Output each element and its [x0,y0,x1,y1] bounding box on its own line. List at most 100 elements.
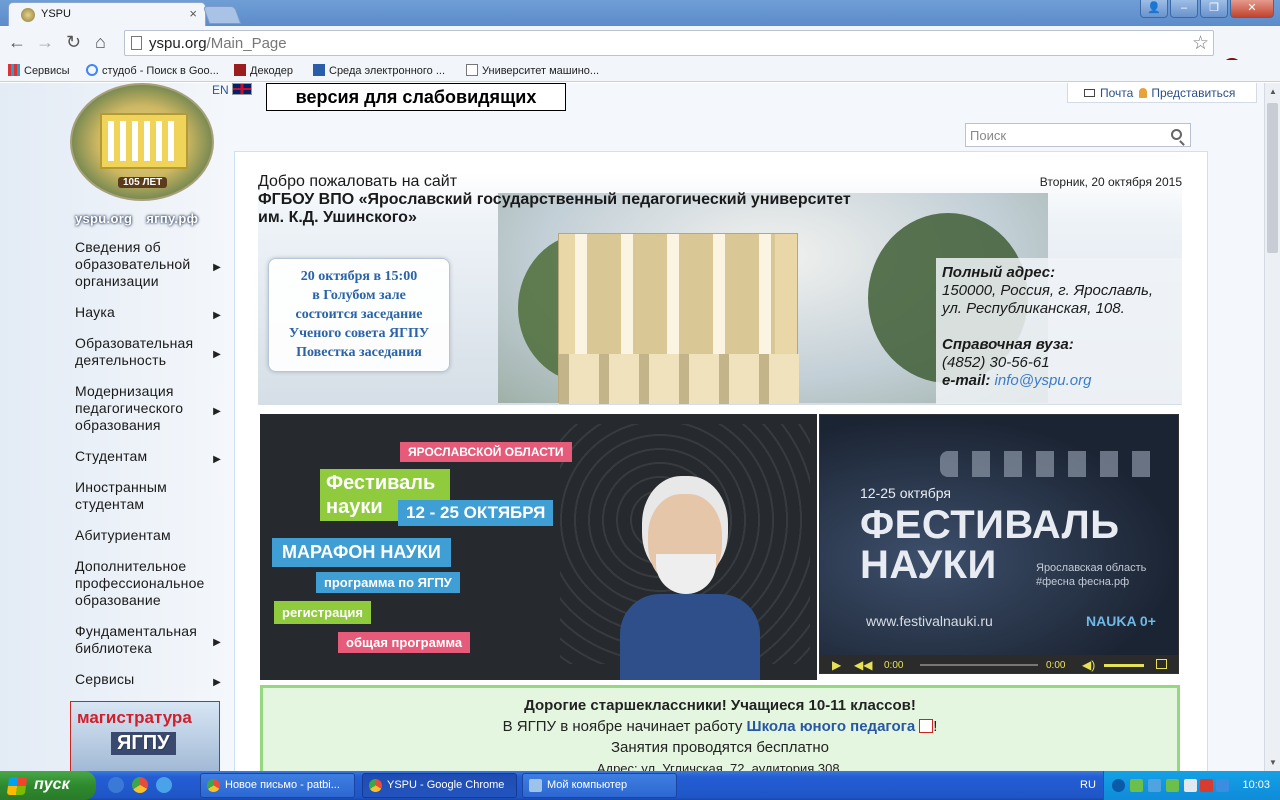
phone-label: Справочная вуза: [942,336,1074,353]
tray-volume-icon[interactable] [1216,779,1229,792]
announce-line: Занятия проводятся бесплатно [611,739,829,756]
chrome-icon [207,779,220,792]
page-viewport: 105 ЛЕТ yspu.org ягпу.рф EN версия для сл… [0,83,1264,771]
menu-item-applicants[interactable]: Абитуриентам [75,527,225,544]
arrow-right-icon: ▶ [213,405,221,417]
science-festival-banner[interactable]: ЯРОСЛАВСКОЙ ОБЛАСТИ Фестиваль науки 12 -… [260,414,817,680]
pdf-icon[interactable] [919,719,934,733]
seek-bar[interactable] [920,664,1038,666]
menu-item-foreign-students[interactable]: Иностранным студентам [75,479,225,513]
decoder-icon [234,64,246,76]
menu-item-library[interactable]: Фундаментальная библиотека ▶ [75,623,225,657]
bookmark-google-search[interactable]: студоб - Поиск в Goo... [86,64,219,77]
bookmark-decoder[interactable]: Декодер [234,64,293,77]
new-tab-button[interactable] [202,6,242,24]
bookmark-star-icon[interactable]: ☆ [1192,32,1209,55]
input-language[interactable]: RU [1080,779,1096,791]
agenda-link[interactable]: Повестка заседания [269,343,449,362]
tray-antivirus-icon[interactable] [1200,779,1213,792]
email-link[interactable]: info@yspu.org [995,372,1092,389]
bookmark-environment[interactable]: Среда электронного ... [313,64,445,77]
taskbar-chrome-window[interactable]: YSPU - Google Chrome [362,773,517,798]
low-vision-button[interactable]: версия для слабовидящих [266,83,566,111]
tray-app-icon[interactable] [1166,779,1179,792]
back-arrow-icon[interactable]: ← [8,32,26,53]
forward-arrow-icon[interactable]: → [36,32,54,53]
phone-number: (4852) 30-56-61 [942,354,1050,371]
bookmark-apps[interactable]: Сервисы [8,64,70,77]
announce-title: Дорогие старшеклассники! Учащиеся 10-11 … [524,697,916,714]
browser-toolbar: ← → ↻ ⌂ yspu.org/Main_Page ☆ ≡ [0,26,1280,79]
site-search-input[interactable]: Поиск [965,123,1191,147]
home-icon[interactable]: ⌂ [95,32,106,53]
menu-item-science[interactable]: Наука ▶ [75,304,225,321]
email-label: e-mail: [942,372,991,389]
notice-line: Ученого совета ЯГПУ [288,326,430,341]
arrow-right-icon: ▶ [213,309,221,321]
taskbar-my-computer[interactable]: Мой компьютер [522,773,677,798]
play-icon[interactable]: ▶ [832,658,841,672]
mail-link[interactable]: Почта [1100,86,1133,100]
fest-registration-link[interactable]: регистрация [274,601,371,624]
council-notice[interactable]: 20 октября в 15:00 в Голубом зале состои… [268,258,450,372]
address-bar[interactable]: yspu.org/Main_Page ☆ [124,30,1214,56]
page-scrollbar[interactable]: ▲ ▼ [1264,83,1280,771]
media-icon[interactable] [108,777,124,793]
fullscreen-icon[interactable] [1156,659,1167,669]
time-current: 0:00 [884,660,904,671]
tray-app-icon[interactable] [1130,779,1143,792]
login-link[interactable]: Представиться [1151,86,1235,100]
close-window-button[interactable]: ✕ [1230,0,1274,18]
url-text: yspu.org/Main_Page [149,35,287,52]
volume-icon[interactable]: ◀) [1082,658,1095,672]
scientist-illustration [620,484,760,680]
profile-icon[interactable]: 👤 [1140,0,1168,18]
apps-grid-icon [8,64,20,76]
link-yspu-org[interactable]: yspu.org [75,211,132,226]
partner-logos [940,451,1160,477]
bookmark-university[interactable]: Университет машино... [466,64,599,77]
maximize-button[interactable]: ❐ [1200,0,1228,18]
fest-region: ЯРОСЛАВСКОЙ ОБЛАСТИ [400,442,572,462]
tray-app-icon[interactable] [1148,779,1161,792]
minimize-button[interactable]: – [1170,0,1198,18]
tab-yspu[interactable]: YSPU × [8,2,206,26]
menu-item-about[interactable]: Сведения об образовательной организации ▶ [75,239,225,290]
ie-icon[interactable] [156,777,172,793]
tab-title: YSPU [41,8,71,20]
tray-network-icon[interactable] [1184,779,1197,792]
link-yagpu-rf[interactable]: ягпу.рф [146,211,198,226]
scroll-up-icon[interactable]: ▲ [1269,87,1277,96]
windows-taskbar: пуск Новое письмо - patbi... YSPU - Goog… [0,771,1280,800]
menu-item-students[interactable]: Студентам ▶ [75,448,225,465]
language-switch[interactable]: EN [212,83,253,97]
start-button[interactable]: пуск [0,771,96,800]
windows-logo-icon [6,777,28,795]
fest-general-program-link[interactable]: общая программа [338,632,471,653]
tab-close-icon[interactable]: × [189,6,197,21]
fest-program-link[interactable]: программа по ЯГПУ [316,572,460,593]
reload-icon[interactable]: ↻ [66,32,81,53]
school-link[interactable]: Школа юного педагога [747,718,916,735]
magistracy-banner[interactable]: магистратура ЯГПУ [70,701,220,771]
rewind-icon[interactable]: ◀◀ [854,658,872,672]
arrow-right-icon: ▶ [213,453,221,465]
scroll-thumb[interactable] [1267,103,1278,253]
volume-slider[interactable] [1104,664,1144,667]
tray-arrow-icon[interactable] [1112,779,1125,792]
menu-item-modernization[interactable]: Модернизация педагогического образования… [75,383,225,434]
chrome-icon[interactable] [132,777,148,793]
google-icon [86,64,98,76]
scroll-down-icon[interactable]: ▼ [1269,758,1277,767]
taskbar-mail-window[interactable]: Новое письмо - patbi... [200,773,355,798]
system-tray: 10:03 [1103,771,1280,800]
video-screen[interactable]: 12-25 октября ФЕСТИВАЛЬ НАУКИ Ярославская… [820,415,1178,655]
university-logo[interactable]: 105 ЛЕТ [70,83,214,201]
festival-video-player[interactable]: 12-25 октября ФЕСТИВАЛЬ НАУКИ Ярославская… [819,414,1179,674]
menu-item-professional[interactable]: Дополнительное профессиональное образова… [75,558,225,609]
search-icon[interactable] [1171,129,1182,140]
menu-item-services[interactable]: Сервисы ▶ [75,671,225,688]
contact-info: Полный адрес: 150000, Россия, г. Ярослав… [936,258,1182,404]
menu-item-education[interactable]: Образовательная деятельность ▶ [75,335,225,369]
current-date: Вторник, 20 октября 2015 [1039,175,1182,189]
